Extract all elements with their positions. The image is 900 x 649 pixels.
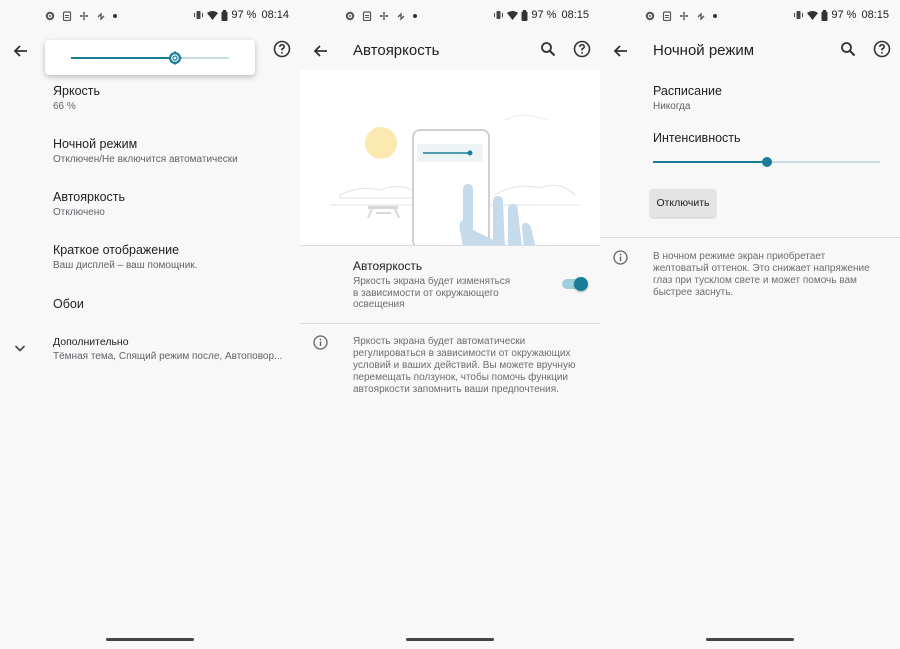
adaptive-brightness-switch[interactable] — [562, 277, 588, 291]
back-arrow-icon[interactable] — [612, 42, 630, 60]
divider — [300, 323, 600, 324]
app-bar: Ночной режим — [600, 34, 900, 68]
vibrate-icon — [494, 11, 504, 19]
toggle-summary: Яркость экрана будет изменяться в зависи… — [353, 276, 511, 310]
intensity-track-fill — [653, 161, 767, 163]
wifi-icon — [507, 11, 519, 20]
notification-dot — [113, 14, 117, 18]
vibrate-icon — [194, 11, 204, 19]
pref-wallpaper[interactable]: Обои — [53, 297, 84, 311]
back-arrow-icon[interactable] — [12, 42, 30, 60]
battery-icon — [521, 9, 528, 21]
turn-off-button[interactable]: Отключить — [650, 189, 716, 217]
status-bar: 97 % 08:14 — [0, 0, 300, 34]
fan-icon — [679, 11, 689, 21]
notification-dot — [713, 14, 717, 18]
gesture-nav-handle[interactable] — [706, 638, 794, 641]
info-icon — [613, 250, 628, 265]
help-icon[interactable] — [273, 40, 291, 58]
sync-icon — [397, 12, 405, 21]
adaptive-brightness-illustration — [300, 70, 600, 245]
settings-icon — [645, 11, 655, 21]
wifi-icon — [207, 11, 219, 20]
adaptive-brightness-toggle-row[interactable]: Автояркость Яркость экрана будет изменят… — [353, 259, 543, 311]
app-bar: Автояркость — [300, 34, 600, 68]
brightness-slider-popup — [45, 40, 255, 75]
clock: 08:15 — [861, 9, 889, 21]
help-icon[interactable] — [573, 40, 591, 58]
divider — [600, 237, 900, 238]
search-icon[interactable] — [840, 41, 856, 57]
sync-icon — [697, 12, 705, 21]
adaptive-brightness-info: Яркость экрана будет автоматически регул… — [353, 336, 576, 395]
pref-ambient-display[interactable]: Краткое отображение Ваш дисплей – ваш по… — [53, 243, 197, 271]
pref-adaptive-brightness[interactable]: Автояркость Отключено — [53, 190, 125, 218]
pref-night-light[interactable]: Ночной режим Отключен/Не включится автом… — [53, 137, 238, 165]
back-arrow-icon[interactable] — [312, 42, 330, 60]
intensity-thumb[interactable] — [761, 157, 772, 167]
pref-schedule[interactable]: Расписание Никогда — [653, 84, 722, 112]
gesture-nav-handle[interactable] — [406, 638, 494, 641]
page-title: Автояркость — [353, 42, 440, 59]
brightness-thumb-icon[interactable] — [167, 50, 183, 66]
fan-icon — [379, 11, 389, 21]
display-settings-screen: 97 % 08:14 Яркость 66 % Ночной режим Отк… — [0, 0, 300, 649]
status-bar: 97 % 08:15 — [300, 0, 600, 34]
settings-icon — [45, 11, 55, 21]
clock: 08:15 — [561, 9, 589, 21]
page-title: Ночной режим — [653, 42, 755, 59]
brightness-track-fill — [71, 57, 176, 59]
night-light-screen: 97 % 08:15 Ночной режим Расписание Никог… — [600, 0, 900, 649]
clipboard-icon — [62, 11, 72, 21]
pref-brightness[interactable]: Яркость 66 % — [53, 84, 100, 112]
vibrate-icon — [794, 11, 804, 19]
clipboard-icon — [362, 11, 372, 21]
fan-icon — [79, 11, 89, 21]
divider — [300, 245, 600, 246]
clipboard-icon — [662, 11, 672, 21]
status-bar: 97 % 08:15 — [600, 0, 900, 34]
night-light-info: В ночном режиме экран приобретает желтов… — [653, 251, 870, 298]
info-icon — [313, 335, 328, 350]
chevron-down-icon[interactable] — [14, 343, 26, 353]
battery-icon — [821, 9, 828, 21]
gesture-nav-handle[interactable] — [106, 638, 194, 641]
sync-icon — [97, 12, 105, 21]
battery-percent: 97 % — [231, 9, 257, 21]
battery-percent: 97 % — [531, 9, 557, 21]
help-icon[interactable] — [873, 40, 891, 58]
pref-advanced[interactable]: Дополнительно Тёмная тема, Спящий режим … — [53, 336, 282, 362]
battery-icon — [221, 9, 228, 21]
wifi-icon — [807, 11, 819, 20]
adaptive-brightness-screen: 97 % 08:15 Автояркость Автояркость Яркос… — [300, 0, 600, 649]
battery-percent: 97 % — [831, 9, 857, 21]
notification-dot — [413, 14, 417, 18]
switch-thumb — [574, 277, 588, 291]
settings-icon — [345, 11, 355, 21]
pref-intensity-label: Интенсивность — [653, 131, 741, 145]
clock: 08:14 — [261, 9, 289, 21]
search-icon[interactable] — [540, 41, 556, 57]
